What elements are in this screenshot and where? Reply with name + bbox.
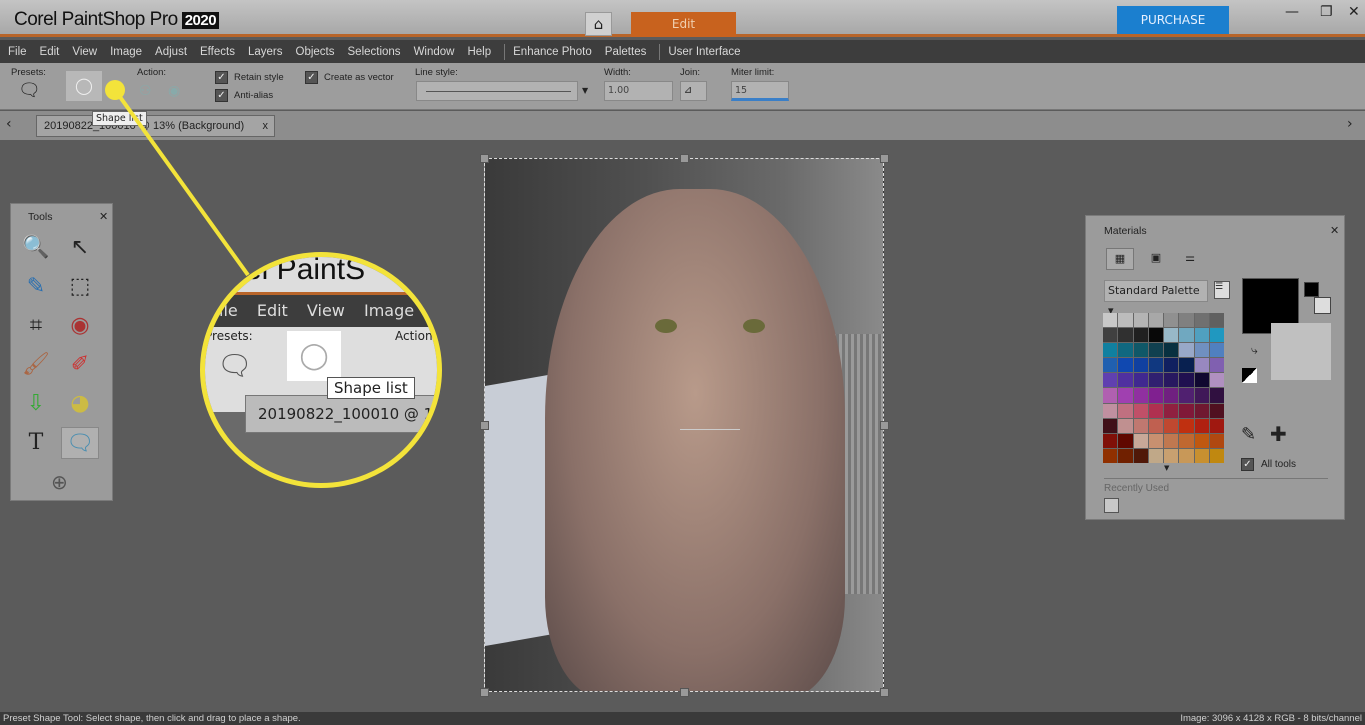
callout-pointer-line <box>113 88 250 277</box>
magnified-menu-view: View <box>306 301 345 320</box>
magnified-logo: el PaintS <box>245 253 366 286</box>
magnified-presets-icon: 🗨 <box>217 349 253 382</box>
magnified-tooltip: Shape list <box>327 377 415 399</box>
status-bar: Preset Shape Tool: Select shape, then cl… <box>0 712 1365 725</box>
callout-dot <box>105 80 125 100</box>
magnified-action-label: Action: <box>395 329 437 343</box>
image-info: Image: 3096 x 4128 x RGB - 8 bits/channe… <box>1180 713 1362 724</box>
status-message: Preset Shape Tool: Select shape, then cl… <box>3 713 301 724</box>
magnified-document-tab: 20190822_100010 @ 13 <box>245 395 437 433</box>
magnified-menu-file: ile <box>219 301 238 320</box>
magnifier-callout: el PaintS ile Edit View Image Presets: 🗨… <box>200 252 442 488</box>
magnified-menu-image: Image <box>363 301 415 320</box>
magnified-menu-edit: Edit <box>256 301 288 320</box>
magnified-shape-list-icon: ◯ <box>287 331 341 381</box>
magnified-presets-label: Presets: <box>205 329 253 343</box>
